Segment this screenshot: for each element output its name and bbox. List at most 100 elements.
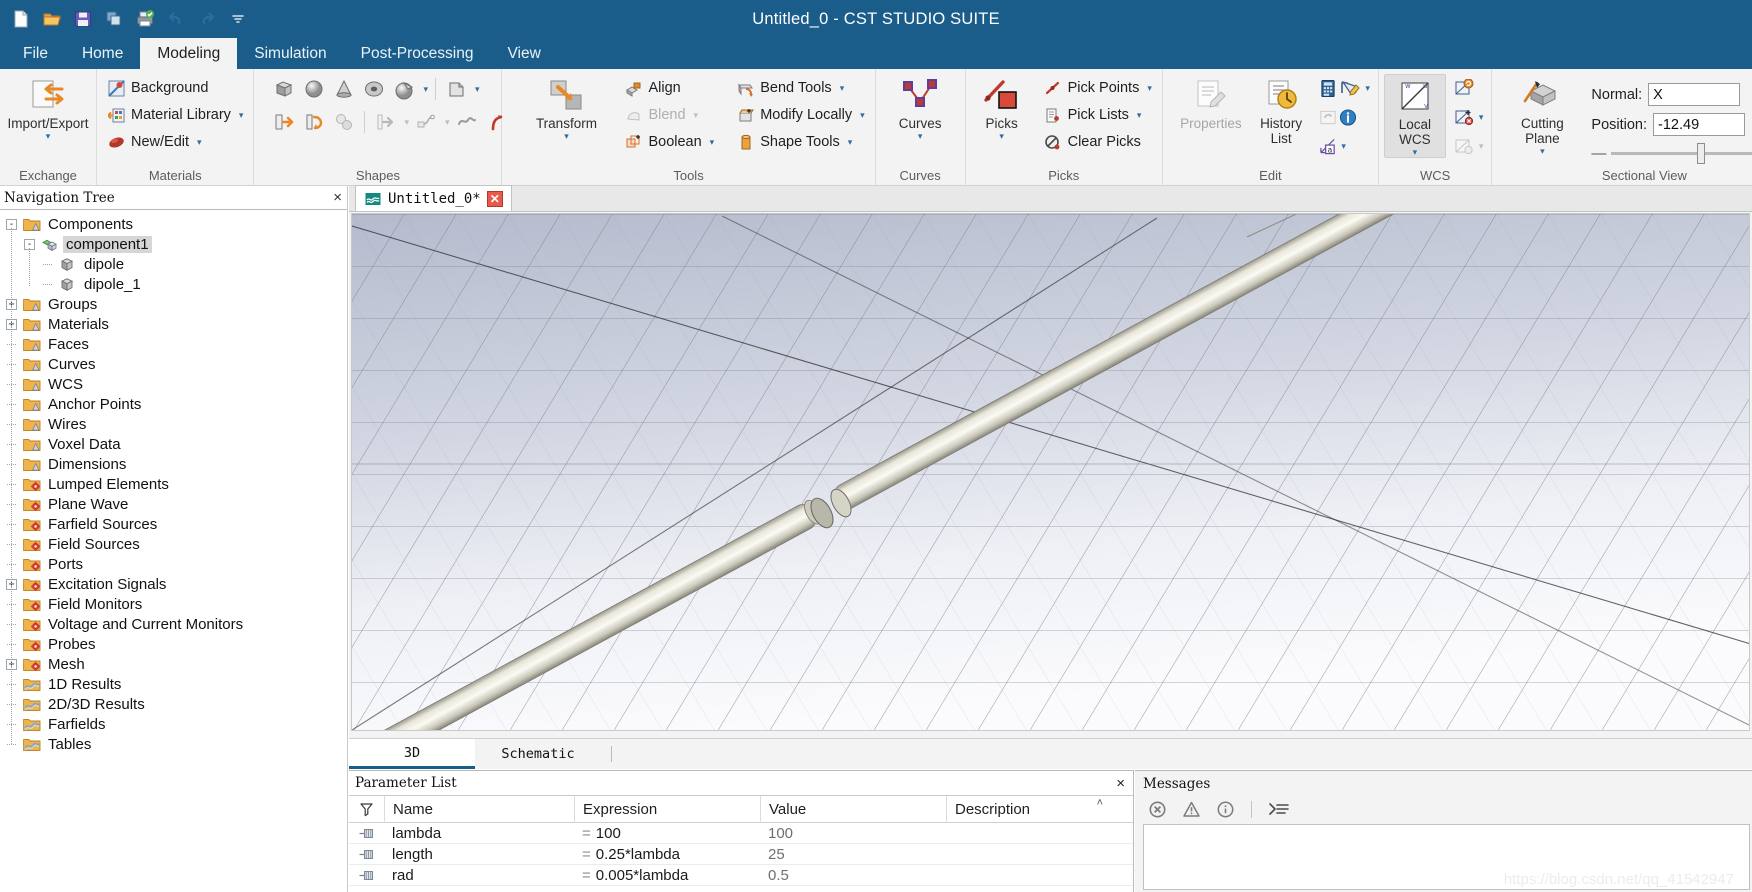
column-header-description[interactable]: Description ˄ [946, 795, 1133, 823]
tree-item-plane-wave[interactable]: Plane Wave [0, 494, 347, 514]
chevron-down-icon[interactable]: ▾ [1147, 83, 1152, 94]
sectional-view-slider[interactable]: — [1591, 140, 1752, 166]
slider-thumb[interactable] [1697, 142, 1706, 164]
sphere-icon[interactable] [301, 76, 327, 102]
new-edit-material-button[interactable]: New/Edit ▾ [102, 129, 248, 155]
chevron-down-icon[interactable]: ▾ [840, 83, 845, 94]
tree-item-2d-3d-results[interactable]: 2D/3D Results [0, 694, 347, 714]
tree-item-curves[interactable]: Curves [0, 354, 347, 374]
tree-item-anchor-points[interactable]: Anchor Points [0, 394, 347, 414]
parametric-update-icon[interactable] [1319, 108, 1337, 126]
cutting-plane-button[interactable]: Cutting Plane ▾ [1505, 74, 1579, 156]
messages-body[interactable] [1143, 824, 1750, 890]
tree-item-ports[interactable]: Ports [0, 554, 347, 574]
chevron-down-icon[interactable]: ▾ [564, 132, 569, 141]
tab-home[interactable]: Home [65, 38, 140, 69]
tree-item-materials[interactable]: + Materials [0, 314, 347, 334]
material-library-button[interactable]: Material Library ▾ [102, 102, 248, 128]
warnings-filter-icon[interactable] [1181, 800, 1201, 818]
background-button[interactable]: Background [102, 75, 248, 101]
print-icon[interactable] [132, 6, 158, 32]
close-icon[interactable]: × [1116, 775, 1125, 792]
chevron-down-icon[interactable]: ▾ [1413, 148, 1418, 157]
curves-button[interactable]: Curves ▾ [881, 74, 960, 141]
save-icon[interactable] [70, 6, 96, 32]
tree-item-tables[interactable]: Tables [0, 734, 347, 754]
properties-button[interactable]: Properties [1174, 74, 1248, 131]
chevron-down-icon[interactable]: ▾ [404, 117, 409, 128]
table-row[interactable]: length = 0.25*lambda 25 [349, 844, 1133, 865]
tab-file[interactable]: File [6, 38, 65, 69]
curve-wire-icon[interactable] [454, 109, 480, 135]
tab-simulation[interactable]: Simulation [237, 38, 343, 69]
redo-icon[interactable] [194, 6, 220, 32]
tree-item-dipole[interactable]: dipole [0, 254, 347, 274]
tree-item-groups[interactable]: + Groups [0, 294, 347, 314]
position-input[interactable]: -12.49 [1653, 113, 1746, 136]
chevron-down-icon[interactable]: ▾ [999, 132, 1004, 141]
chevron-down-icon[interactable]: ▾ [239, 110, 244, 121]
customize-qat-icon[interactable] [225, 6, 251, 32]
column-header-expression[interactable]: Expression [574, 795, 760, 823]
shape-tools-button[interactable]: Shape Tools ▾ [731, 129, 869, 155]
align-wcs-icon[interactable] [1454, 78, 1475, 97]
chevron-down-icon[interactable]: ▾ [1365, 83, 1370, 94]
tree-item-faces[interactable]: Faces [0, 334, 347, 354]
info-filter-icon[interactable] [1215, 800, 1235, 818]
close-icon[interactable]: × [333, 190, 342, 205]
transform-button[interactable]: Transform ▾ [523, 74, 609, 141]
tree-item-lumped-elements[interactable]: Lumped Elements [0, 474, 347, 494]
rotate-face-icon[interactable] [301, 109, 327, 135]
wire-icon[interactable] [413, 109, 439, 135]
align-button[interactable]: Align [619, 75, 719, 101]
loft-icon[interactable] [331, 109, 357, 135]
tree-item-probes[interactable]: Probes [0, 634, 347, 654]
chevron-down-icon[interactable]: ▾ [1540, 147, 1545, 156]
tab-view[interactable]: View [490, 38, 557, 69]
tree-item-1d-results[interactable]: 1D Results [0, 674, 347, 694]
pick-lists-button[interactable]: Pick Lists ▾ [1039, 102, 1157, 128]
chevron-down-icon[interactable]: ▾ [1137, 110, 1142, 121]
torus-icon[interactable] [361, 76, 387, 102]
tree-item-farfields[interactable]: Farfields [0, 714, 347, 734]
import-export-button[interactable]: Import/Export ▾ [5, 74, 91, 141]
cone-icon[interactable] [331, 76, 357, 102]
tree-item-wires[interactable]: Wires [0, 414, 347, 434]
table-row[interactable]: rad = 0.005*lambda 0.5 [349, 865, 1133, 886]
new-document-icon[interactable] [8, 6, 34, 32]
tree-item-field-monitors[interactable]: Field Monitors [0, 594, 347, 614]
column-header-value[interactable]: Value [760, 795, 946, 823]
boolean-button[interactable]: Boolean ▾ [619, 129, 719, 155]
comment-icon[interactable]: a [1319, 137, 1337, 155]
tree-item-wcs[interactable]: WCS [0, 374, 347, 394]
column-header-name[interactable]: Name [384, 795, 574, 823]
rename-icon[interactable] [1339, 79, 1361, 97]
chevron-down-icon[interactable]: ▾ [423, 84, 428, 95]
chevron-down-icon[interactable]: ▾ [694, 110, 699, 121]
chevron-down-icon[interactable]: ▾ [1341, 141, 1346, 152]
history-list-button[interactable]: History List [1250, 74, 1313, 146]
chevron-down-icon[interactable]: ▾ [710, 137, 715, 148]
tree-item-mesh[interactable]: + Mesh [0, 654, 347, 674]
errors-filter-icon[interactable] [1147, 800, 1167, 818]
chevron-down-icon[interactable]: ▾ [475, 84, 480, 95]
pick-points-button[interactable]: Pick Points ▾ [1039, 75, 1157, 101]
undo-icon[interactable] [163, 6, 189, 32]
table-row[interactable]: lambda = 100 100 [349, 823, 1133, 844]
open-folder-icon[interactable] [39, 6, 65, 32]
bend-tools-button[interactable]: Bend Tools ▾ [731, 75, 869, 101]
tree-item-component1[interactable]: - component1 [0, 234, 347, 254]
chevron-down-icon[interactable]: ▾ [918, 132, 923, 141]
chevron-down-icon[interactable]: ▾ [197, 137, 202, 148]
chevron-down-icon[interactable]: ▾ [46, 132, 51, 141]
extrude-face-icon[interactable] [271, 109, 297, 135]
document-tab-untitled-0[interactable]: Untitled_0* ✕ [355, 185, 512, 211]
modify-locally-button[interactable]: Modify Locally ▾ [731, 102, 869, 128]
3d-viewport[interactable] [351, 213, 1750, 731]
local-wcs-button[interactable]: w u v Local WCS ▾ [1383, 74, 1446, 158]
chevron-down-icon[interactable]: ▾ [445, 117, 450, 128]
tree-item-field-sources[interactable]: Field Sources [0, 534, 347, 554]
clear-picks-button[interactable]: Clear Picks [1039, 129, 1157, 155]
ellipsoid-icon[interactable] [391, 76, 417, 102]
tree-item-components[interactable]: - Components [0, 214, 347, 234]
